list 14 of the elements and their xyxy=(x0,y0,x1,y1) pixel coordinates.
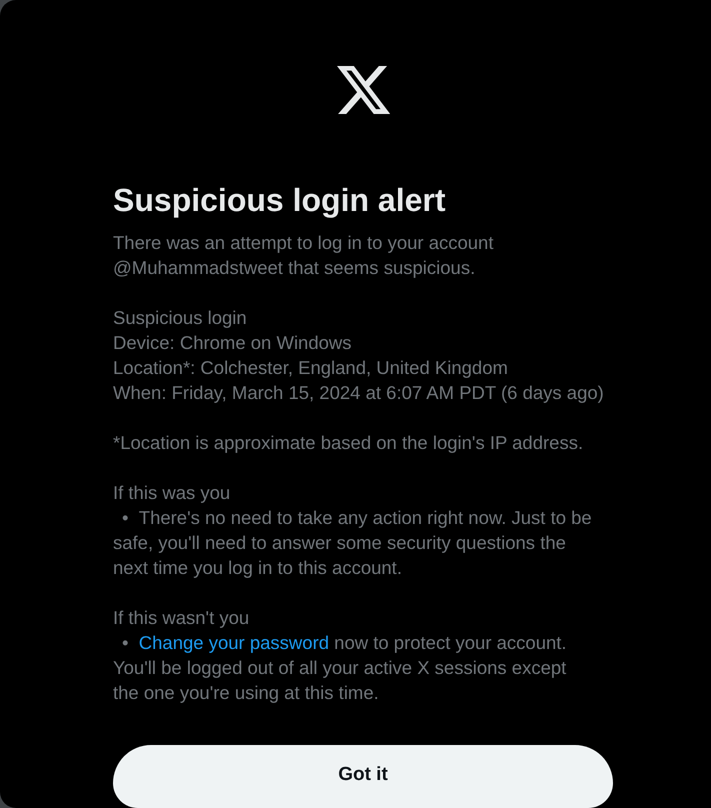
intro-text: There was an attempt to log in to your account @Muhammadstweet that seems suspicious. xyxy=(113,231,494,280)
note-text: *Location is approximate based on the login's IP address. xyxy=(113,431,584,455)
section-heading: If this was you xyxy=(113,481,232,505)
detail-text: Location*: Colchester, England, United Kingdom xyxy=(113,356,509,380)
bullet-text: • There's no need to take any action right now. Just to be safe, you'll need to answer some security questions the next time you log in to this account. xyxy=(113,506,593,580)
detail-text: When: Friday, March 15, 2024 at 6:07 AM PDT (6 days ago) xyxy=(113,381,605,405)
dialog-title: Suspicious login alert xyxy=(113,182,446,218)
detail-text: Device: Chrome on Windows xyxy=(113,331,353,355)
bullet-text: • Change your password now to protect your account. You'll be logged out of all your active X sessions except the one you're using at this time. xyxy=(113,631,568,705)
details-heading: Suspicious login xyxy=(113,306,248,330)
change-password-link[interactable]: Change your password xyxy=(138,632,330,653)
x-logo-icon xyxy=(336,66,390,114)
got-it-button[interactable]: Got it xyxy=(113,745,613,808)
section-heading: If this wasn't you xyxy=(113,606,250,630)
